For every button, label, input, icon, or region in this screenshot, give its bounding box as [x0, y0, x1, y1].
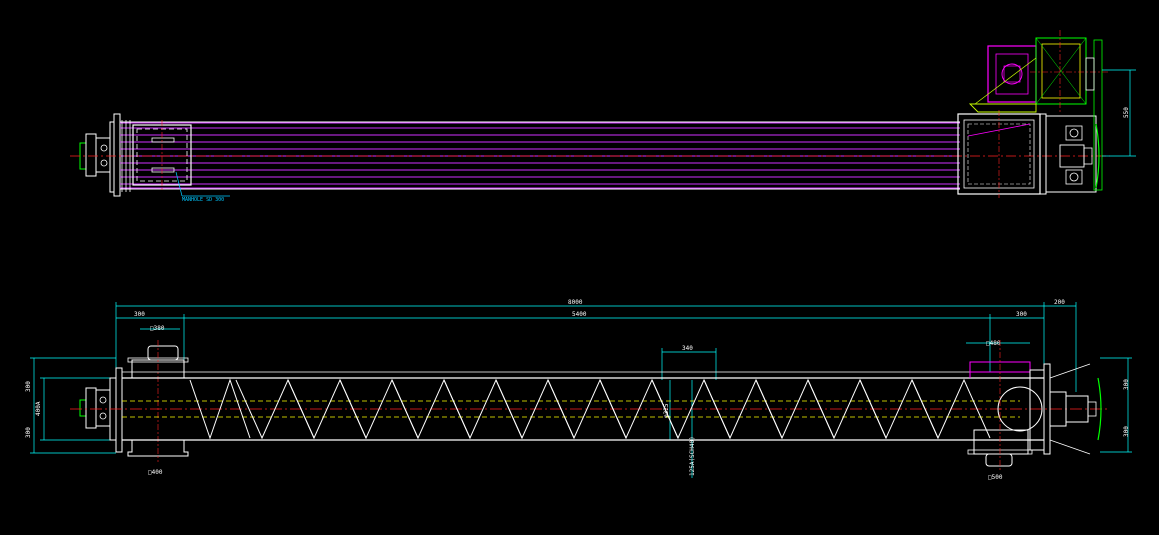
- dim-left-h2-label: 400A: [35, 401, 42, 416]
- dim-span-label: 5400: [572, 311, 587, 318]
- dim-550: [1102, 69, 1136, 157]
- dimension-lines: [30, 302, 1132, 478]
- trough-body: [70, 371, 1110, 441]
- outlet-box: [957, 110, 1047, 198]
- dim-left-end-label: 300: [134, 311, 145, 318]
- dim-pitch-label: 340: [682, 345, 693, 352]
- manhole-inlet: MANHOLE SD 300: [132, 120, 230, 203]
- dim-outlet-top-label: □480: [986, 340, 1001, 347]
- dim-right-h2-label: 300: [1123, 426, 1130, 437]
- left-end-bearing: [79, 367, 123, 453]
- dim-drive-overhang-label: 200: [1054, 299, 1065, 306]
- cad-drawing: MANHOLE SD 300 550 8000 5400 300 300 200…: [25, 30, 1136, 481]
- drive-unit: [1045, 39, 1103, 193]
- dim-shaft-label: φ325: [663, 403, 670, 418]
- dim-outlet-bottom-label: □500: [988, 474, 1003, 481]
- dim-left-h3-label: 300: [25, 427, 32, 438]
- outlet-housing: [967, 340, 1051, 470]
- dim-550-label: 550: [1123, 107, 1130, 118]
- dim-overall-label: 8000: [568, 299, 583, 306]
- trough-lines: [120, 122, 960, 189]
- dim-inlet-bottom-label: □400: [148, 469, 163, 476]
- dim-inlet-top-label: □380: [150, 325, 165, 332]
- motor-gearbox: [968, 30, 1110, 113]
- manhole-label: MANHOLE SD 300: [182, 197, 224, 203]
- left-bearing-assembly: [79, 113, 121, 197]
- dim-left-h1-label: 300: [25, 381, 32, 392]
- elevation-view: 8000 5400 300 300 200 □380 □400 □480 □50…: [25, 299, 1132, 481]
- dim-flight-label: 125A(SCH40): [689, 436, 696, 476]
- dim-right-h1-label: 300: [1123, 379, 1130, 390]
- plan-view: MANHOLE SD 300 550: [70, 30, 1136, 203]
- dim-right-end-label: 300: [1016, 311, 1027, 318]
